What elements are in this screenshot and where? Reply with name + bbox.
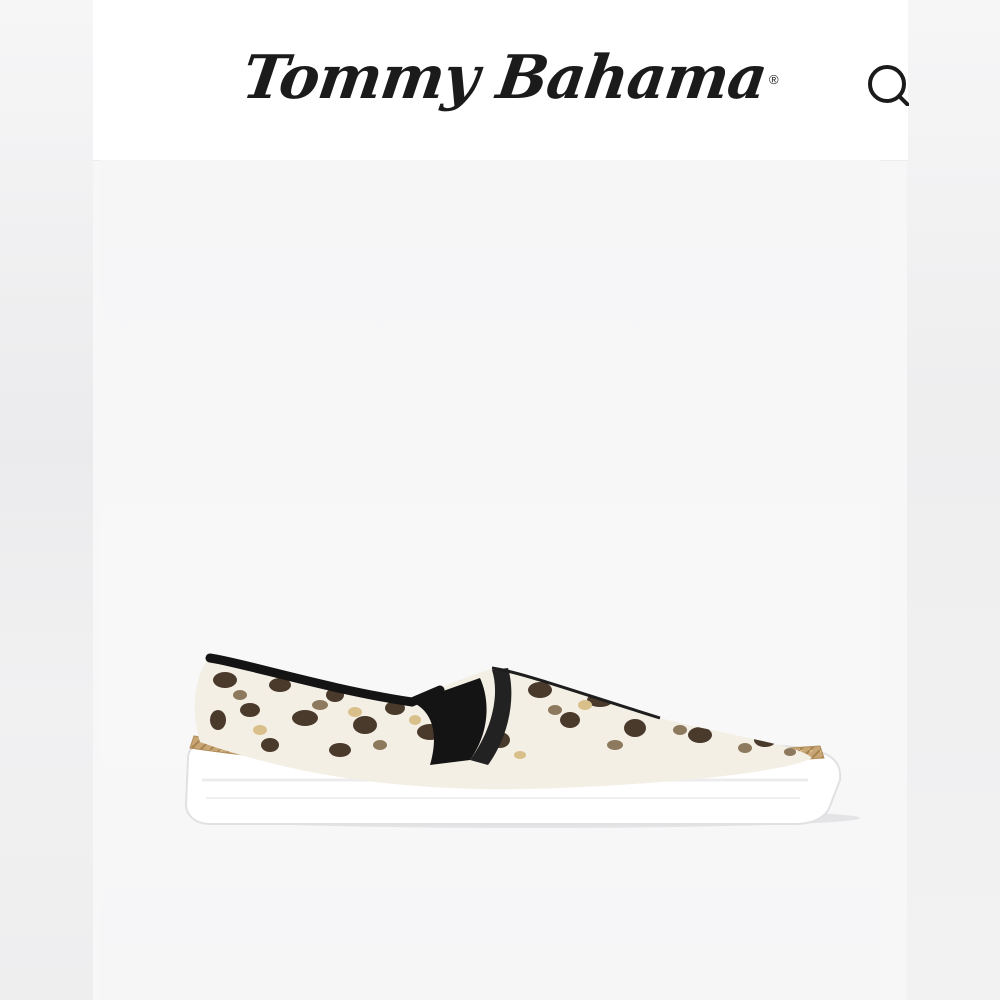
brand-logo[interactable]: Tommy Bahama ® (238, 38, 779, 118)
page: Tommy Bahama ® (0, 0, 1000, 1000)
search-button[interactable] (865, 62, 911, 108)
product-image-area (100, 160, 880, 1000)
left-gutter (0, 0, 93, 1000)
site-header: Tommy Bahama ® (93, 0, 911, 161)
registered-mark: ® (768, 72, 779, 87)
product-image[interactable] (140, 560, 860, 840)
brand-logo-text: Tommy Bahama (238, 43, 771, 113)
right-gutter (907, 0, 1000, 1000)
search-icon (868, 65, 911, 108)
